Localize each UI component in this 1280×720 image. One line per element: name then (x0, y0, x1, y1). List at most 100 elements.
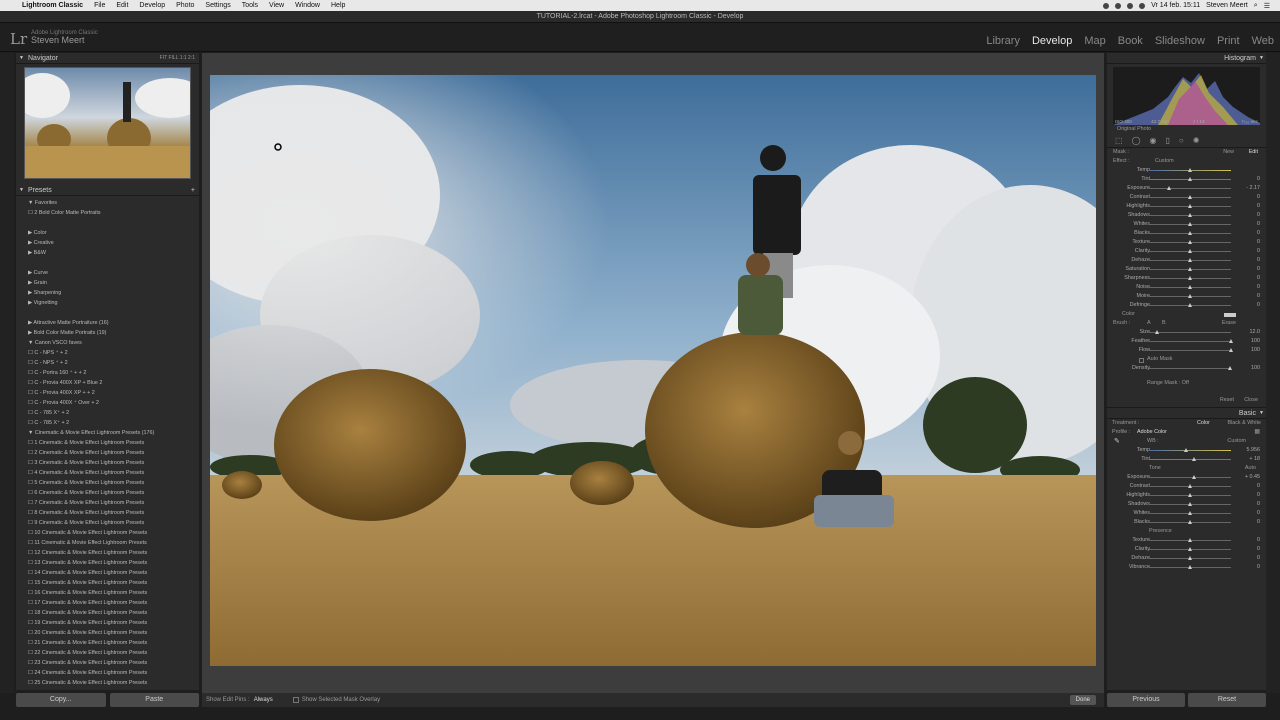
brush-a[interactable]: A (1147, 319, 1151, 328)
slider-tint[interactable]: Tint + 18 (1107, 455, 1266, 464)
add-preset-icon[interactable]: + (191, 185, 195, 196)
preset-item[interactable]: ☐ 15 Cinematic & Movie Effect Lightroom … (16, 578, 199, 588)
preset-item[interactable]: ☐ 4 Cinematic & Movie Effect Lightroom P… (16, 468, 199, 478)
crop-icon[interactable]: ⬚ (1115, 136, 1123, 145)
slider-thumb[interactable] (1188, 502, 1192, 506)
slider-sharpness[interactable]: Sharpness 0 (1107, 274, 1266, 283)
preset-item[interactable]: ☐ 17 Cinematic & Movie Effect Lightroom … (16, 598, 199, 608)
mask-reset[interactable]: Reset (1220, 396, 1234, 405)
slider-thumb[interactable] (1188, 538, 1192, 542)
color-swatch[interactable] (1224, 313, 1236, 317)
slider-thumb[interactable] (1188, 258, 1192, 262)
slider-highlights[interactable]: Highlights 0 (1107, 491, 1266, 500)
radial-filter-icon[interactable]: ○ (1179, 136, 1184, 145)
slider-thumb[interactable] (1192, 457, 1197, 461)
preset-item[interactable]: ☐ 9 Cinematic & Movie Effect Lightroom P… (16, 518, 199, 528)
preset-item[interactable]: ☐ C - Provia 400X XP + Blue 2 (16, 378, 199, 388)
slider-thumb[interactable] (1188, 222, 1192, 226)
tone-auto[interactable]: Auto (1245, 464, 1256, 473)
slider-thumb[interactable] (1188, 195, 1192, 199)
slider-temp[interactable]: Temp (1107, 166, 1266, 175)
preset-item[interactable]: ☐ C - Provia 400X ⁺ Over + 2 (16, 398, 199, 408)
preset-item[interactable]: ☐ 21 Cinematic & Movie Effect Lightroom … (16, 638, 199, 648)
slider-contrast[interactable]: Contrast 0 (1107, 482, 1266, 491)
preset-item[interactable]: ▶ Grain (16, 278, 199, 288)
presets-header[interactable]: Presets + (16, 185, 199, 196)
mask-overlay-checkbox[interactable] (292, 697, 299, 703)
preset-item[interactable]: ▶ Curve (16, 268, 199, 278)
preset-item[interactable]: ☐ 8 Cinematic & Movie Effect Lightroom P… (16, 508, 199, 518)
module-map[interactable]: Map (1084, 35, 1105, 47)
reset-button[interactable]: Reset (1188, 693, 1266, 707)
preset-item[interactable]: ☐ C - Provia 400X XP + + 2 (16, 388, 199, 398)
preset-item[interactable]: ☐ 10 Cinematic & Movie Effect Lightroom … (16, 528, 199, 538)
preset-item[interactable]: ☐ 13 Cinematic & Movie Effect Lightroom … (16, 558, 199, 568)
slider-texture[interactable]: Texture 0 (1107, 536, 1266, 545)
slider-clarity[interactable]: Clarity 0 (1107, 545, 1266, 554)
preset-item[interactable]: ☐ C - NPS ⁺ + 2 (16, 348, 199, 358)
preset-item[interactable]: ☐ 20 Cinematic & Movie Effect Lightroom … (16, 628, 199, 638)
zoom-fill[interactable]: FILL (168, 55, 178, 61)
slider-thumb[interactable] (1188, 213, 1192, 217)
slider-thumb[interactable] (1188, 168, 1192, 172)
automask-checkbox[interactable] (1139, 358, 1144, 363)
mask-close[interactable]: Close (1244, 396, 1258, 405)
preset-item[interactable]: ▼ Favorites (16, 198, 199, 208)
preset-item[interactable]: ▶ Creative (16, 238, 199, 248)
menu-photo[interactable]: Photo (176, 2, 194, 9)
user-name[interactable]: Steven Meert (1206, 2, 1248, 9)
preset-item[interactable]: ▶ Sharpening (16, 288, 199, 298)
slider-shadows[interactable]: Shadows 0 (1107, 211, 1266, 220)
preset-item[interactable]: ▶ B&W (16, 248, 199, 258)
histogram-header[interactable]: Histogram (1107, 53, 1266, 64)
previous-button[interactable]: Previous (1107, 693, 1185, 707)
density-thumb[interactable] (1228, 366, 1232, 370)
slider-thumb[interactable] (1166, 186, 1171, 190)
preset-item[interactable]: ☐ 16 Cinematic & Movie Effect Lightroom … (16, 588, 199, 598)
preset-item[interactable]: ☐ C - 785 X⁺ + 2 (16, 408, 199, 418)
slider-thumb[interactable] (1188, 565, 1192, 569)
slider-whites[interactable]: Whites 0 (1107, 220, 1266, 229)
slider-thumb[interactable] (1188, 303, 1192, 307)
preset-item[interactable]: ☐ 11 Cinematic & Movie Effect Lightroom … (16, 538, 199, 548)
preset-item[interactable]: ☐ 2 Bold Color Matte Portraits (16, 208, 199, 218)
wb-eyedropper-icon[interactable]: ✎ (1114, 437, 1120, 446)
menu-list-icon[interactable]: ☰ (1264, 2, 1270, 10)
brush-erase[interactable]: Erase (1222, 319, 1236, 328)
preset-item[interactable]: ☐ 2 Cinematic & Movie Effect Lightroom P… (16, 448, 199, 458)
slider-thumb[interactable] (1188, 484, 1192, 488)
redeye-icon[interactable]: ◉ (1150, 136, 1157, 145)
profile-browser-icon[interactable]: ▦ (1254, 428, 1260, 437)
preset-item[interactable]: ☐ 18 Cinematic & Movie Effect Lightroom … (16, 608, 199, 618)
slider-vibrance[interactable]: Vibrance 0 (1107, 563, 1266, 572)
profile-select[interactable]: Adobe Color (1137, 428, 1167, 437)
preset-item[interactable]: ▶ Attractive Matte Portraiture (16) (16, 318, 199, 328)
mask-new[interactable]: New (1223, 148, 1234, 157)
graduated-filter-icon[interactable]: ▯ (1166, 136, 1170, 145)
slider-thumb[interactable] (1192, 475, 1197, 479)
preset-item[interactable]: ☐ 7 Cinematic & Movie Effect Lightroom P… (16, 498, 199, 508)
preset-item[interactable]: ▶ Color (16, 228, 199, 238)
copy-button[interactable]: Copy... (16, 693, 106, 707)
slider-thumb[interactable] (1188, 249, 1192, 253)
zoom-2-1[interactable]: 2:1 (188, 55, 195, 61)
image-canvas[interactable] (202, 53, 1104, 693)
slider-shadows[interactable]: Shadows 0 (1107, 500, 1266, 509)
preset-item[interactable]: ☐ 12 Cinematic & Movie Effect Lightroom … (16, 548, 199, 558)
preset-item[interactable]: ▶ Bold Color Matte Portraits (19) (16, 328, 199, 338)
menu-file[interactable]: File (94, 2, 105, 9)
histogram[interactable]: ISO 400 42.7 mm ƒ / 13 ¹⁄₂₅₀ sec (1113, 67, 1260, 125)
preset-item[interactable]: ☐ C - Portra 160 ⁺ + + 2 (16, 368, 199, 378)
edit-pins-select[interactable]: Always (254, 697, 273, 703)
module-web[interactable]: Web (1252, 35, 1274, 47)
preset-item[interactable]: ☐ 14 Cinematic & Movie Effect Lightroom … (16, 568, 199, 578)
slider-thumb[interactable] (1188, 520, 1192, 524)
wifi-icon[interactable] (1127, 2, 1134, 9)
slider-thumb[interactable] (1188, 285, 1192, 289)
navigator-header[interactable]: Navigator FIT FILL 1:1 2:1 (16, 53, 199, 64)
slider-thumb[interactable] (1188, 267, 1192, 271)
slider-exposure[interactable]: Exposure + 0.45 (1107, 473, 1266, 482)
paste-button[interactable]: Paste (109, 693, 199, 707)
spot-removal-icon[interactable]: ◯ (1132, 136, 1141, 145)
slider-thumb[interactable] (1188, 294, 1192, 298)
